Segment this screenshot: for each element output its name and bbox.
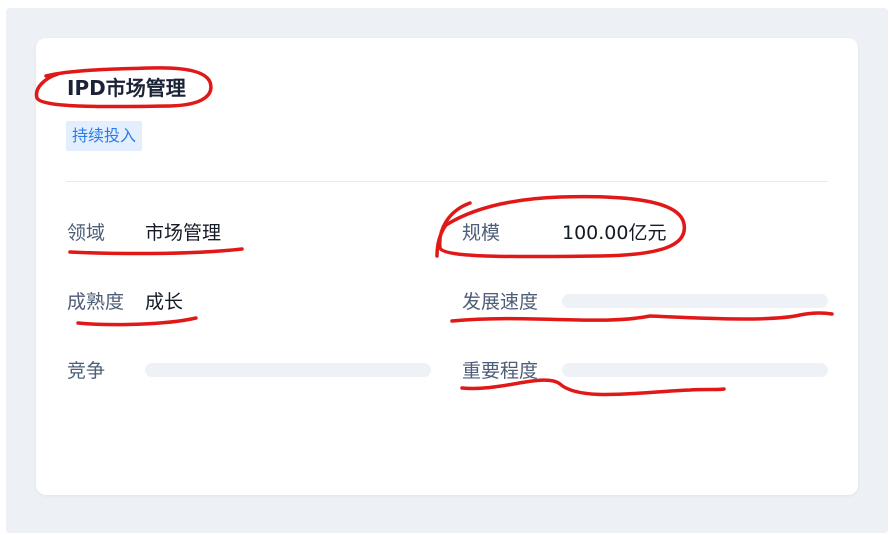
card-title: IPD市场管理 [67,76,186,100]
domain-label: 领域 [67,222,106,244]
competition-placeholder [145,363,431,377]
divider [66,181,828,182]
maturity-value: 成长 [145,291,184,313]
scale-label: 规模 [462,222,501,244]
competition-label: 竞争 [67,360,106,382]
detail-card [36,38,858,495]
status-tag: 持续投入 [66,121,143,151]
growth-speed-label: 发展速度 [462,291,539,313]
scale-value: 100.00亿元 [562,222,667,244]
importance-placeholder [562,363,828,377]
growth-speed-placeholder [562,294,828,308]
maturity-label: 成熟度 [67,291,125,313]
domain-value: 市场管理 [145,222,222,244]
importance-label: 重要程度 [462,360,539,382]
